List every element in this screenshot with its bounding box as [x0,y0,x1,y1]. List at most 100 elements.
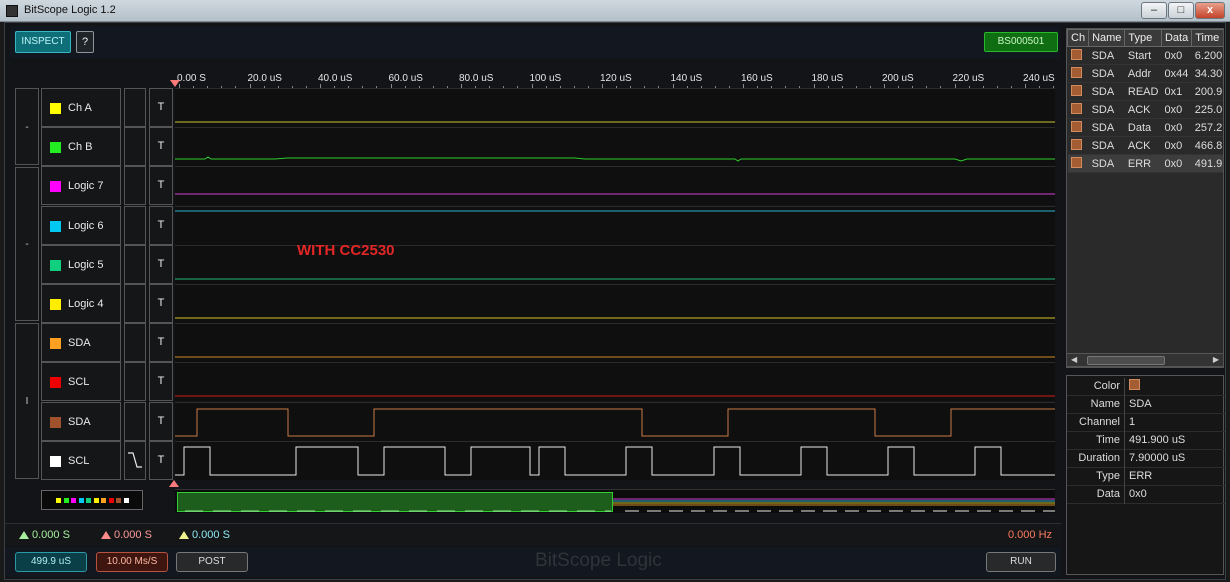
channel-trace[interactable] [175,205,1055,245]
time-ruler[interactable]: 0.00 S 20.0 uS 40.0 uS 60.0 uS 80.0 uS 100 uS… [175,69,1083,88]
ruler-tick-label: 60.0 uS [388,73,423,84]
channel-trigger-button[interactable]: T [149,401,173,441]
decode-channel-cell [1067,64,1089,83]
channel-edge-cell[interactable] [124,440,146,480]
channel-trigger-button[interactable]: T [149,166,173,206]
decode-table-row[interactable]: SDA Addr 0x44 34.30 [1067,64,1223,83]
channel-trigger-button[interactable]: T [149,127,173,167]
timebase-button[interactable]: 499.9 uS [15,552,87,572]
close-button[interactable]: x [1195,2,1225,19]
decode-table-row[interactable]: SDA ERR 0x0 491.9 [1067,154,1223,173]
channel-edge-cell[interactable] [124,362,146,402]
channel-row: Ch B T [41,127,1055,167]
channel-row: Ch A T [41,88,1055,127]
decode-table-row[interactable]: SDA ACK 0x0 225.0 [1067,100,1223,119]
channel-trace[interactable] [175,127,1055,167]
channel-trace[interactable] [175,440,1055,480]
channel-edge-cell[interactable] [124,244,146,284]
channel-name-cell[interactable]: SDA [41,323,121,363]
channel-trace[interactable] [175,362,1055,402]
scroll-left-icon[interactable]: ◀ [1071,355,1077,364]
decode-channel-swatch [1070,139,1082,150]
property-value: 491.900 uS [1129,434,1186,446]
channel-trigger-button[interactable]: T [149,88,173,127]
channel-trigger-button[interactable]: T [149,362,173,402]
channel-name-cell[interactable]: Logic 7 [41,166,121,206]
decode-cell-data: 0x44 [1161,64,1192,83]
decode-horizontal-scrollbar[interactable]: ◀ ▶ [1066,353,1224,367]
decode-table-row[interactable]: SDA READ 0x1 200.9 [1067,82,1223,101]
channel-color-swatch[interactable] [50,181,61,193]
decode-cell-name: SDA [1088,136,1125,155]
channel-color-swatch[interactable] [50,259,61,271]
decode-column-header[interactable]: Time [1191,29,1223,47]
decode-column-header[interactable]: Data [1160,29,1193,47]
group-analog[interactable]: - [15,88,39,165]
channel-color-swatch[interactable] [50,220,61,232]
decode-column-header[interactable]: Ch [1067,29,1090,47]
decode-table-row[interactable]: SDA ACK 0x0 466.8 [1067,136,1223,155]
channel-name-cell[interactable]: Logic 5 [41,244,121,284]
decode-table-row[interactable]: SDA Data 0x0 257.2 [1067,118,1223,137]
channel-edge-cell[interactable] [124,323,146,363]
help-button[interactable]: ? [76,31,94,53]
group-logic[interactable]: - [15,167,39,321]
cursor-delta-readout[interactable]: 0.000 S [179,529,230,541]
channel-edge-cell[interactable] [124,401,146,441]
channel-edge-cell[interactable] [124,205,146,245]
channel-edge-cell[interactable] [124,127,146,167]
cursor-a-readout[interactable]: 0.000 S [19,529,70,541]
channel-row: SCL T [41,440,1055,480]
device-id-button[interactable]: BS000501 [984,32,1058,52]
channel-color-swatch[interactable] [50,416,61,428]
channel-color-swatch[interactable] [50,455,61,467]
channel-name-cell[interactable]: Logic 4 [41,284,121,323]
channel-name-cell[interactable]: SCL [41,440,121,480]
channel-trace[interactable] [175,323,1055,363]
decode-column-header[interactable]: Name [1088,29,1126,47]
overview-strip[interactable] [175,489,1055,513]
channel-trigger-button[interactable]: T [149,323,173,363]
decode-cell-time: 34.30 [1191,64,1223,83]
channel-edge-cell[interactable] [124,166,146,206]
channel-edge-cell[interactable] [124,284,146,323]
group-i2c[interactable]: I [15,323,39,479]
channel-trace[interactable] [175,401,1055,441]
channel-color-swatch[interactable] [50,299,61,310]
channel-name-cell[interactable]: SCL [41,362,121,402]
run-button[interactable]: RUN [986,552,1056,572]
frequency-readout: 0.000 Hz [1008,529,1053,541]
channel-trigger-button[interactable]: T [149,205,173,245]
scrollbar-thumb[interactable] [1087,356,1165,365]
scroll-right-icon[interactable]: ▶ [1213,355,1219,364]
legend-swatch [116,498,121,503]
cursor-b-readout[interactable]: 0.000 S [101,529,152,541]
channel-color-swatch[interactable] [50,377,61,389]
channel-color-swatch[interactable] [50,103,61,114]
channel-trace[interactable] [175,88,1055,127]
decode-table-row[interactable]: SDA Start 0x0 6.200 [1067,46,1223,65]
channel-edge-cell[interactable] [124,88,146,127]
minimize-button[interactable]: – [1141,2,1167,19]
maximize-button[interactable]: □ [1168,2,1194,19]
channel-color-swatch[interactable] [50,142,61,154]
channel-trigger-button[interactable]: T [149,244,173,284]
channel-trace[interactable] [175,284,1055,323]
inspect-button[interactable]: INSPECT [15,31,71,53]
channel-color-swatch[interactable] [50,338,61,350]
channel-name-cell[interactable]: Logic 6 [41,205,121,245]
property-color-swatch[interactable] [1129,379,1140,390]
decode-column-header[interactable]: Type [1124,29,1162,47]
channel-name-cell[interactable]: Ch A [41,88,121,127]
channel-name-cell[interactable]: SDA [41,401,121,441]
decode-cell-data: 0x0 [1161,118,1192,137]
samplerate-button[interactable]: 10.00 Ms/S [96,552,168,572]
trigger-position-marker[interactable] [170,80,180,87]
channel-trace[interactable] [175,166,1055,206]
post-button[interactable]: POST [176,552,248,572]
overview-trigger-marker[interactable] [169,480,179,487]
channel-trigger-button[interactable]: T [149,440,173,480]
channel-name-cell[interactable]: Ch B [41,127,121,167]
legend-swatch [93,498,99,503]
channel-trigger-button[interactable]: T [149,284,173,323]
